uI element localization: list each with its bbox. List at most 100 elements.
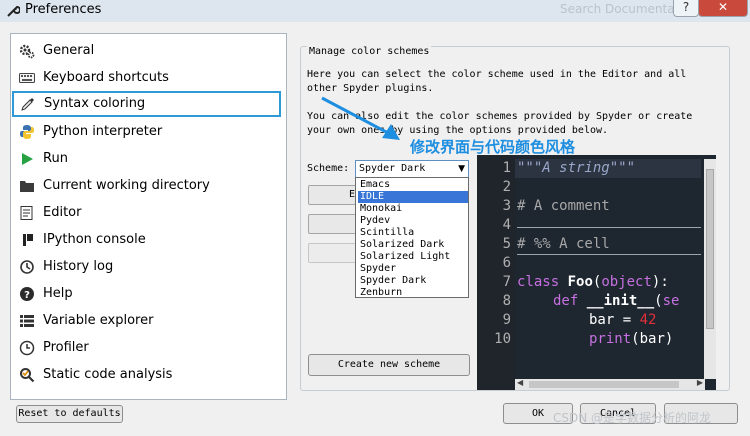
scheme-option-spyder[interactable]: Spyder bbox=[358, 263, 468, 275]
scheme-option-monokai[interactable]: Monokai bbox=[358, 203, 468, 215]
gears-icon bbox=[19, 44, 35, 59]
description-line: other Spyder plugins. bbox=[307, 83, 434, 94]
code-args: (bar) bbox=[631, 331, 674, 347]
scroll-right-arrow-icon[interactable]: ▶ bbox=[697, 378, 703, 387]
sidebar-item-label: Run bbox=[43, 151, 68, 166]
code-paren: ( bbox=[654, 293, 663, 309]
line-number: 1 bbox=[502, 160, 511, 176]
wrench-icon bbox=[7, 5, 20, 17]
watermark: CSDN @是学数据分析的阿龙 bbox=[553, 411, 712, 425]
sidebar-item-label: IPython console bbox=[43, 232, 146, 247]
description-line: Here you can select the color scheme use… bbox=[307, 69, 687, 80]
sidebar-item-label: Syntax coloring bbox=[44, 96, 146, 111]
code-keyword: def bbox=[553, 293, 579, 309]
scheme-option-solarized-light[interactable]: Solarized Light bbox=[358, 251, 468, 263]
title-bar: Preferences Search Documentation ? ✕ bbox=[0, 0, 750, 22]
syntax-coloring-panel: Manage color schemes Here you can select… bbox=[290, 33, 740, 398]
preferences-sidebar: General Keyboard shortcuts Syntax colori… bbox=[10, 33, 287, 400]
editor-vertical-scrollbar[interactable] bbox=[704, 159, 716, 379]
code-keyword: class bbox=[517, 274, 560, 290]
cell-separator bbox=[517, 227, 701, 228]
clock-icon bbox=[19, 340, 35, 356]
editor-horizontal-scrollbar[interactable]: ◀ ▶ bbox=[515, 378, 705, 390]
description-line: You can also edit the color schemes prov… bbox=[307, 111, 693, 122]
scheme-select[interactable]: Spyder Dark ▼ bbox=[355, 160, 469, 178]
scheme-option-zenburn[interactable]: Zenburn bbox=[358, 287, 468, 299]
code-class-name: Foo bbox=[567, 274, 593, 290]
scheme-option-emacs[interactable]: Emacs bbox=[358, 179, 468, 191]
sidebar-item-label: General bbox=[43, 43, 95, 58]
folder-icon bbox=[20, 181, 34, 192]
sidebar-item-help[interactable]: ? Help bbox=[11, 281, 286, 308]
code-preview: 1 2 3 4 5 6 7 8 9 10 """A string""" # A … bbox=[477, 155, 716, 390]
play-icon bbox=[22, 153, 33, 165]
dropdown-arrow-icon: ▼ bbox=[458, 164, 465, 174]
scroll-left-arrow-icon[interactable]: ◀ bbox=[517, 378, 523, 387]
sidebar-item-general[interactable]: General bbox=[11, 38, 286, 65]
scheme-option-spyder-dark[interactable]: Spyder Dark bbox=[358, 275, 468, 287]
sidebar-item-variable-explorer[interactable]: Variable explorer bbox=[11, 308, 286, 335]
code-def-line: def __init__(se bbox=[553, 293, 679, 309]
line-number: 6 bbox=[502, 255, 511, 271]
vertical-scroll-thumb[interactable] bbox=[706, 169, 714, 329]
code-class-line: class Foo(object): bbox=[517, 274, 669, 290]
help-icon: ? bbox=[20, 287, 34, 301]
sidebar-item-history-log[interactable]: History log bbox=[11, 254, 286, 281]
sidebar-item-label: Editor bbox=[43, 205, 82, 220]
horizontal-scroll-thumb[interactable] bbox=[529, 381, 679, 388]
code-variable: bar = bbox=[589, 312, 640, 328]
sidebar-item-editor[interactable]: Editor bbox=[11, 200, 286, 227]
code-self: se bbox=[662, 293, 680, 309]
sidebar-item-label: History log bbox=[43, 259, 114, 274]
scheme-option-solarized-dark[interactable]: Solarized Dark bbox=[358, 239, 468, 251]
sidebar-item-keyboard-shortcuts[interactable]: Keyboard shortcuts bbox=[11, 65, 286, 92]
sidebar-item-current-working-directory[interactable]: Current working directory bbox=[11, 173, 286, 200]
svg-text:?: ? bbox=[24, 290, 30, 301]
sidebar-item-ipython-console[interactable]: IPython console bbox=[11, 227, 286, 254]
line-number: 8 bbox=[502, 293, 511, 309]
sidebar-item-syntax-coloring[interactable]: Syntax coloring bbox=[12, 91, 281, 117]
line-number: 3 bbox=[502, 198, 511, 214]
history-icon bbox=[20, 260, 34, 274]
code-builtin: object bbox=[601, 274, 652, 290]
scheme-option-scintilla[interactable]: Scintilla bbox=[358, 227, 468, 239]
table-icon bbox=[20, 315, 34, 327]
line-number: 4 bbox=[502, 217, 511, 233]
sidebar-item-run[interactable]: Run bbox=[11, 146, 286, 173]
code-number: 42 bbox=[639, 312, 657, 328]
ipython-icon bbox=[23, 234, 33, 246]
scheme-label: Scheme: bbox=[307, 163, 350, 174]
code-print-line: print(bar) bbox=[589, 331, 673, 347]
line-number: 9 bbox=[502, 312, 511, 328]
code-assign-line: bar = 42 bbox=[589, 312, 656, 328]
sidebar-item-profiler[interactable]: Profiler bbox=[11, 335, 286, 362]
group-title: Manage color schemes bbox=[307, 46, 432, 57]
sidebar-item-python-interpreter[interactable]: Python interpreter bbox=[11, 119, 286, 146]
eyedropper-icon bbox=[21, 98, 34, 111]
cell-separator bbox=[517, 254, 701, 255]
help-window-button[interactable]: ? bbox=[673, 0, 699, 17]
sidebar-item-static-code-analysis[interactable]: Static code analysis bbox=[11, 362, 286, 389]
python-icon bbox=[20, 125, 34, 139]
code-builtin: print bbox=[589, 331, 632, 347]
scheme-option-pydev[interactable]: Pydev bbox=[358, 215, 468, 227]
sidebar-item-label: Profiler bbox=[43, 340, 89, 355]
keyboard-icon bbox=[19, 73, 35, 83]
create-new-scheme-button[interactable]: Create new scheme bbox=[308, 354, 470, 376]
scheme-select-value: Spyder Dark bbox=[359, 163, 426, 174]
window-title: Preferences bbox=[25, 2, 102, 17]
reset-to-defaults-button[interactable]: Reset to defaults bbox=[16, 405, 123, 423]
code-cell-marker: # %% A cell bbox=[517, 236, 610, 252]
line-number: 10 bbox=[494, 331, 511, 347]
code-function-name: __init__ bbox=[586, 293, 655, 309]
code-comment: # A comment bbox=[517, 198, 610, 214]
sidebar-item-label: Variable explorer bbox=[43, 313, 154, 328]
sidebar-item-label: Help bbox=[43, 286, 73, 301]
scheme-option-idle[interactable]: IDLE bbox=[358, 191, 468, 203]
code-paren: ): bbox=[651, 274, 669, 290]
editor-icon bbox=[20, 206, 33, 220]
magnifier-icon bbox=[20, 368, 35, 383]
annotation-label: 修改界面与代码颜色风格 bbox=[410, 138, 576, 156]
close-window-button[interactable]: ✕ bbox=[698, 0, 748, 17]
code-string: """A string""" bbox=[517, 160, 636, 176]
